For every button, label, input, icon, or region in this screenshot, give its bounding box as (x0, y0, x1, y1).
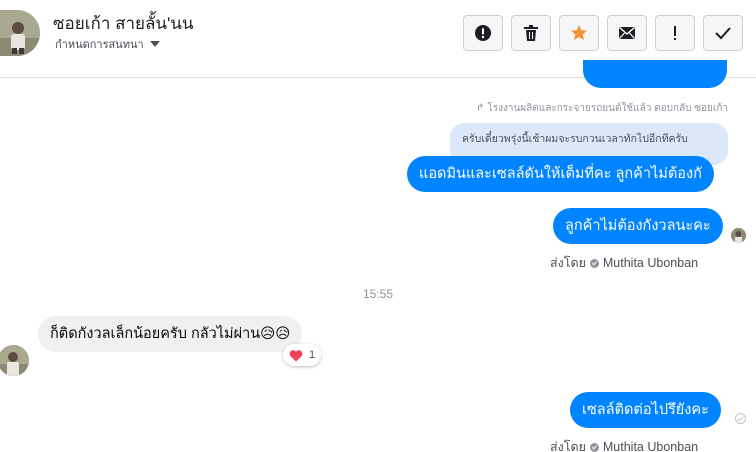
reply-note-text: โรงงานผลิตและกระจายรถยนต์ใช้แล้ว ตอบกลับ… (487, 103, 728, 114)
exclamation-circle-icon (475, 25, 491, 41)
mark-unread-button[interactable] (607, 15, 647, 51)
mark-spam-button[interactable] (463, 15, 503, 51)
check-icon (715, 27, 731, 40)
sent-status-icon (735, 413, 746, 424)
contact-avatar-small (0, 345, 29, 376)
conversation-settings-label: กำหนดการสนทนา (55, 39, 144, 51)
time-separator: 15:55 (362, 287, 394, 301)
envelope-icon (619, 26, 635, 39)
sent-by-line: ส่งโดย Muthita Ubonban (550, 437, 698, 452)
agent-avatar (731, 228, 746, 243)
agent-name[interactable]: Muthita Ubonban (603, 440, 698, 452)
verified-check-icon (589, 258, 599, 268)
star-button[interactable] (559, 15, 599, 51)
reply-arrow-icon: ↱ (475, 103, 485, 114)
star-icon (571, 25, 587, 40)
reaction-badge[interactable]: 1 (283, 344, 322, 366)
follow-up-button[interactable] (655, 15, 695, 51)
exclamation-icon (674, 26, 676, 40)
contact-name[interactable]: ซอยเก้า สายลั้น'นน (53, 10, 194, 37)
verified-check-icon (589, 442, 599, 452)
incoming-message[interactable]: ก็ติดกังวลเล็กน้อยครับ กลัวไม่ผ่าน😥😥 (38, 316, 303, 352)
conversation-settings-dropdown[interactable]: กำหนดการสนทนา (55, 35, 160, 53)
reaction-count: 1 (309, 349, 316, 361)
outgoing-message[interactable]: แอดมินและเซลล์ดันให้เต็มที่คะ ลูกค้าไม่ต… (407, 156, 714, 192)
caret-down-icon (149, 41, 160, 47)
trash-icon (524, 25, 538, 41)
reply-note: ↱ โรงงานผลิตและกระจายรถยนต์ใช้แล้ว ตอบกล… (476, 101, 728, 116)
delete-button[interactable] (511, 15, 551, 51)
sent-by-label: ส่งโดย (550, 440, 586, 452)
mark-done-button[interactable] (703, 15, 743, 51)
sent-by-line: ส่งโดย Muthita Ubonban (550, 253, 698, 273)
contact-avatar[interactable] (0, 10, 40, 56)
heart-icon (289, 349, 303, 361)
sent-by-label: ส่งโดย (550, 256, 586, 270)
outgoing-message[interactable]: เซลล์ติดต่อไปรึยังคะ (570, 392, 721, 428)
outgoing-message[interactable]: ลูกค้าไม่ต้องกังวลนะคะ (553, 208, 723, 244)
agent-name[interactable]: Muthita Ubonban (603, 256, 698, 270)
message-bubble-partial (583, 60, 727, 88)
